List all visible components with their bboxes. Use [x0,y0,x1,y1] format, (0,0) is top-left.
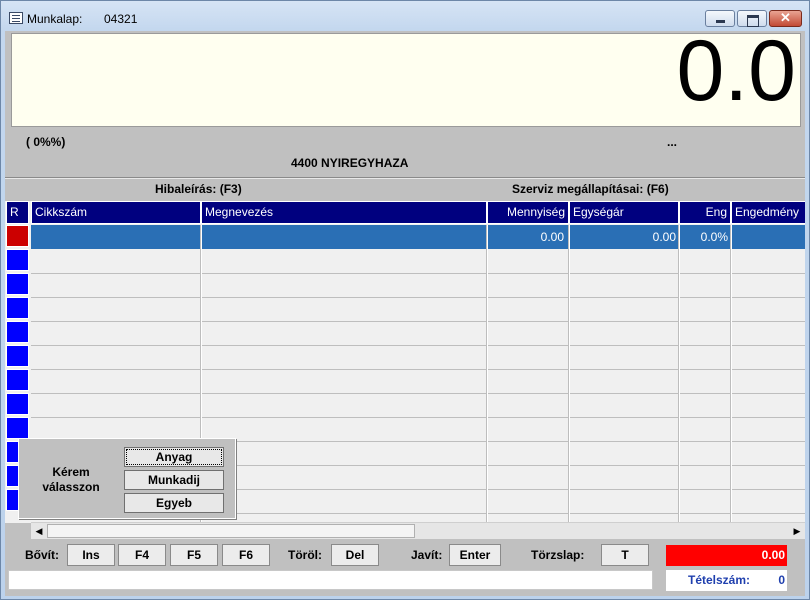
app-icon[interactable] [9,12,23,24]
client-area: 0.0 ( 0%%) ... 4400 NYIREGYHAZA Hibaleír… [5,23,805,596]
horizontal-scrollbar[interactable]: ◀ ▶ [31,522,805,539]
worksheet-id: 04321 [104,12,138,26]
col-header-r[interactable]: R [6,201,29,224]
row-divider [31,345,805,346]
col-divider [486,225,488,523]
row-divider [31,273,805,274]
window-title: Munkalap: [27,12,83,26]
row-marker[interactable] [6,345,29,367]
status-bar [8,570,653,590]
fault-description-link[interactable]: Hibaleírás: (F3) [155,182,242,196]
egyeb-button[interactable]: Egyeb [124,493,224,513]
scroll-thumb[interactable] [47,524,415,538]
bovit-label: Bővít: [25,548,59,562]
item-count-value: 0 [778,573,785,587]
item-count-box: Tételszám: 0 [666,570,787,591]
col-header-cikkszam[interactable]: Cikkszám [31,201,201,224]
amount-display: 0.0 [11,23,801,127]
total-amount: 0.00 [666,545,787,566]
cell-mennyiseg[interactable]: 0.00 [489,225,567,249]
ellipsis-label: ... [667,135,678,149]
del-button[interactable]: Del [331,544,379,566]
row-marker[interactable] [6,393,29,415]
row-divider [31,321,805,322]
anyag-button[interactable]: Anyag [124,447,224,467]
percent-label: ( 0%%) [26,135,66,149]
app-window: Munkalap: 04321 ✕ 0.0 ( 0%%) ... 4400 NY… [0,0,810,600]
row-marker[interactable] [6,249,29,271]
col-divider [678,225,680,523]
javit-label: Javít: [411,548,443,562]
torol-label: Töröl: [288,548,322,562]
row-marker[interactable] [6,369,29,391]
choice-popup: Kérem válasszon Anyag Munkadij Egyeb [18,438,236,519]
row-divider [31,369,805,370]
scroll-left-icon[interactable]: ◀ [31,523,47,539]
row-marker[interactable] [6,417,29,439]
col-divider [730,225,732,523]
cell-egysegar[interactable]: 0.00 [571,225,679,249]
row-divider [31,417,805,418]
col-divider [568,225,570,523]
customer-city: 4400 NYIREGYHAZA [291,156,409,170]
f6-button[interactable]: F6 [222,544,270,566]
munkadij-button[interactable]: Munkadij [124,470,224,490]
f5-button[interactable]: F5 [170,544,218,566]
col-header-egysegar[interactable]: Egységár [569,201,679,224]
ins-button[interactable]: Ins [67,544,115,566]
torzslap-label: Törzslap: [531,548,585,562]
row-marker[interactable] [6,297,29,319]
cell-eng[interactable]: 0.0% [681,225,731,249]
row-divider [31,393,805,394]
col-header-engedmeny[interactable]: Engedmény [731,201,805,224]
col-header-mennyiseg[interactable]: Mennyiség [487,201,569,224]
row-divider [31,297,805,298]
row-marker-selected[interactable] [6,225,29,247]
divider [5,177,805,179]
display-value: 0.0 [676,23,796,119]
col-header-megnevezes[interactable]: Megnevezés [201,201,487,224]
popup-message: Kérem válasszon [42,465,100,494]
row-marker[interactable] [6,273,29,295]
item-count-label: Tételszám: [688,573,751,587]
col-header-eng[interactable]: Eng [679,201,731,224]
enter-button[interactable]: Enter [449,544,501,566]
row-marker[interactable] [6,321,29,343]
service-findings-link[interactable]: Szerviz megállapításai: (F6) [512,182,669,196]
t-button[interactable]: T [601,544,649,566]
f4-button[interactable]: F4 [118,544,166,566]
scroll-right-icon[interactable]: ▶ [789,523,805,539]
